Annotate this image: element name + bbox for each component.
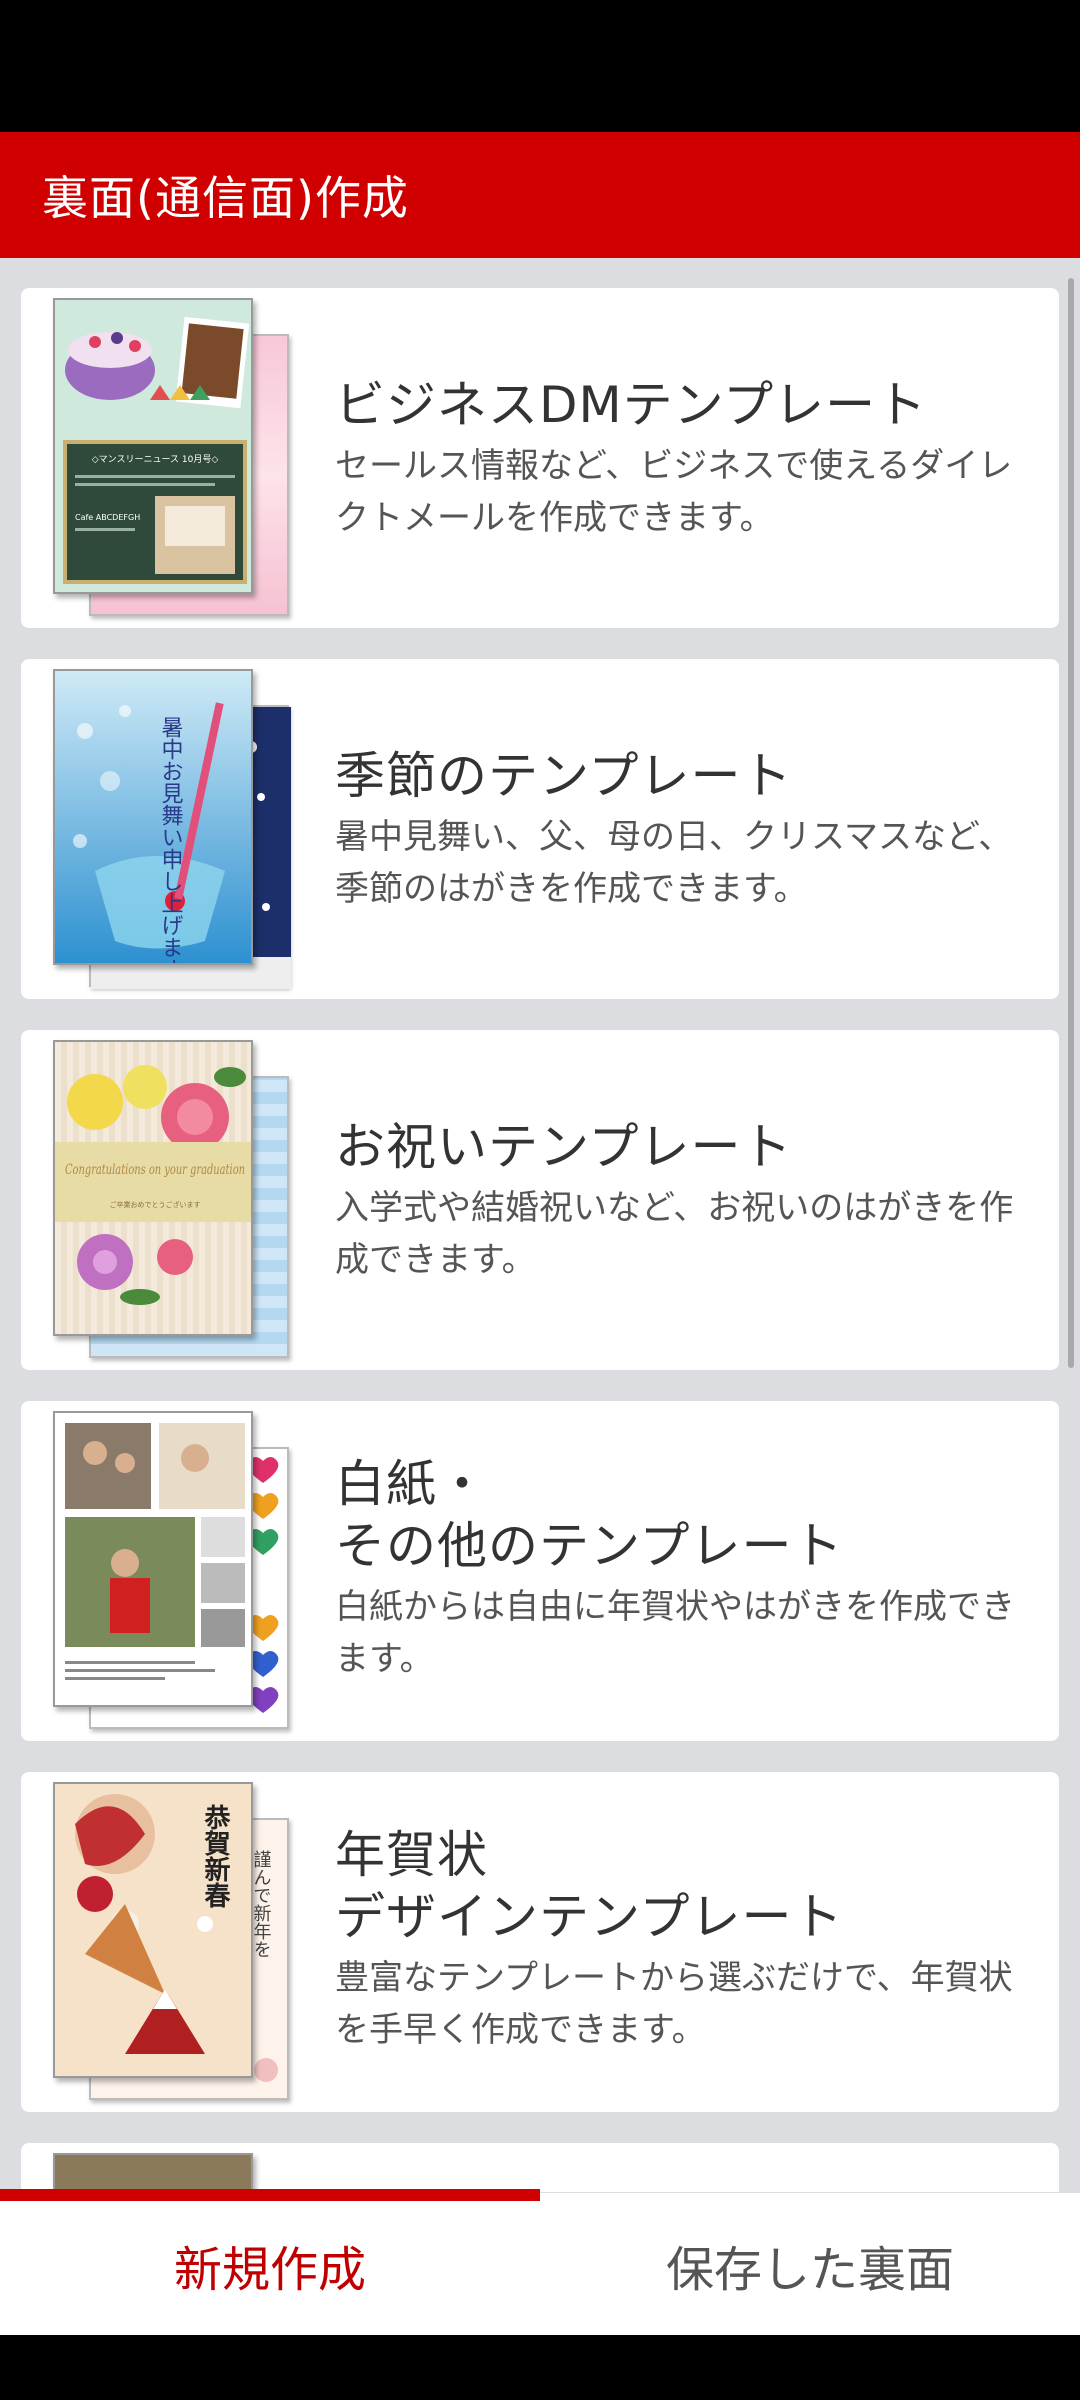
- template-title: 季節のテンプレート: [335, 747, 793, 805]
- thumb-heading: 恭賀新春: [200, 1804, 231, 1908]
- active-tab-indicator: [0, 2189, 540, 2201]
- template-title: ビジネスDMテンプレート: [335, 376, 928, 434]
- status-bar: [0, 0, 1080, 132]
- template-thumbnail: 暑中お見舞い申し上げます: [53, 669, 293, 991]
- thumb-heading: ◇マンスリーニュース 10月号◇: [92, 454, 219, 465]
- tab-saved[interactable]: 保存した裏面: [540, 2193, 1080, 2336]
- template-thumbnail: 謹んで新年を 恭賀新春: [53, 1782, 293, 2104]
- tab-new[interactable]: 新規作成: [0, 2189, 540, 2336]
- template-card-seasonal[interactable]: 暑中お見舞い申し上げます 季節のテンプレート 暑中見舞い、父、母の日、クリスマス…: [21, 659, 1059, 999]
- thumb-heading: 暑中お見舞い申し上げます: [158, 716, 184, 965]
- template-description: 豊富なテンプレートから選ぶだけで、年賀状を手早く作成できます。: [335, 1958, 1013, 2050]
- tab-label: 保存した裏面: [665, 2241, 954, 2298]
- template-title: 年賀状 デザインテンプレート: [335, 1826, 844, 1946]
- app-bar: 裏面(通信面)作成: [0, 132, 1080, 258]
- template-card-celebration[interactable]: Congratulations on your graduation ご卒業おめ…: [21, 1030, 1059, 1370]
- template-thumbnail: [53, 2153, 293, 2192]
- scrollbar[interactable]: [1068, 278, 1074, 1368]
- template-description: セールス情報など、ビジネスで使えるダイレクトメールを作成できます。: [335, 446, 1013, 538]
- template-card-business[interactable]: ◇マンスリーニュース 10月号◇ Cafe ABCDEFGH ビジネスDMテンプ…: [21, 288, 1059, 628]
- bottom-nav: 新規作成 保存した裏面: [0, 2189, 1080, 2336]
- template-card-blank[interactable]: 白紙・ その他のテンプレート 白紙からは自由に年賀状やはがきを作成できます。: [21, 1401, 1059, 1741]
- thumb-back-text: 謹んで新年を: [251, 1850, 272, 1958]
- thumb-sub: ご卒業おめでとうございます: [110, 1200, 201, 1209]
- template-description: 白紙からは自由に年賀状やはがきを作成できます。: [335, 1587, 1015, 1679]
- template-description: 入学式や結婚祝いなど、お祝いのはがきを作成できます。: [335, 1188, 1014, 1280]
- template-title: 白紙・ その他のテンプレート: [335, 1455, 844, 1575]
- template-thumbnail: Congratulations on your graduation ご卒業おめ…: [53, 1040, 293, 1362]
- page-title: 裏面(通信面)作成: [42, 171, 409, 225]
- template-card-new-year[interactable]: 謹んで新年を 恭賀新春 年賀状 デザインテンプレート 豊富なテンプレートから選ぶ…: [21, 1772, 1059, 2112]
- tab-label: 新規作成: [173, 2241, 366, 2298]
- template-description: 暑中見舞い、父、母の日、クリスマスなど、季節のはがきを作成できます。: [335, 817, 1013, 909]
- template-card-partial[interactable]: [21, 2143, 1059, 2192]
- template-list[interactable]: ◇マンスリーニュース 10月号◇ Cafe ABCDEFGH ビジネスDMテンプ…: [0, 258, 1080, 2192]
- template-title: お祝いテンプレート: [335, 1118, 793, 1176]
- template-thumbnail: ◇マンスリーニュース 10月号◇ Cafe ABCDEFGH: [53, 298, 293, 620]
- system-nav-bar: [0, 2335, 1080, 2400]
- thumb-heading: Congratulations on your graduation: [65, 1162, 245, 1178]
- template-thumbnail: [53, 1411, 293, 1733]
- thumb-cafe: Cafe ABCDEFGH: [75, 513, 140, 522]
